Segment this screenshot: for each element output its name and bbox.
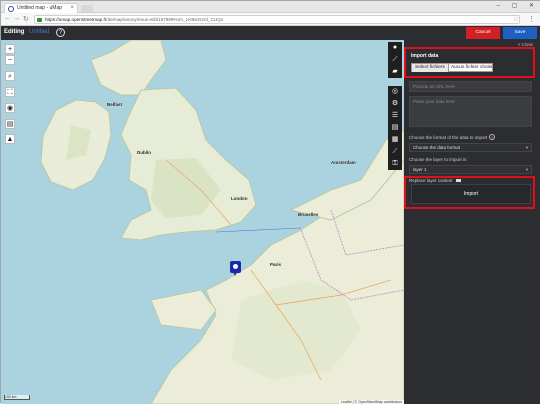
highlight-box <box>404 47 535 78</box>
editing-label: Editing <box>4 29 25 35</box>
url-path: /de/map/anonymous-edit/167959%3A_LKBwG2r… <box>106 17 224 22</box>
layer-select[interactable]: layer 1 ▾ <box>409 165 532 174</box>
chevron-down-icon: ▾ <box>525 167 528 172</box>
datalayers-icon[interactable]: ▤ <box>388 122 402 134</box>
polygon-tool-icon[interactable]: ▰ <box>388 66 402 78</box>
tilelayer-icon[interactable]: ▦ <box>388 134 402 146</box>
edit-center-icon[interactable]: ⟋ <box>388 146 402 158</box>
locate-icon[interactable]: ◉ <box>5 103 15 113</box>
highlight-box <box>404 176 535 209</box>
search-icon[interactable]: ⌕ <box>5 71 15 81</box>
window-controls[interactable]: – ▢ ✕ <box>497 2 539 9</box>
format-label: Choose the format of the data to import? <box>409 134 496 140</box>
address-bar: ← → ↻ https://umap.openstreetmap.fr/de/m… <box>1 13 540 26</box>
marker-dot-icon <box>233 264 238 269</box>
map-marker[interactable] <box>230 261 241 276</box>
cancel-button[interactable]: Cancel <box>466 27 500 39</box>
city-label: Paris <box>270 262 282 267</box>
permissions-key-icon[interactable]: ⚿ <box>388 158 402 170</box>
zoom-in-button[interactable]: + <box>5 44 15 54</box>
layers-manage-icon[interactable]: ☰ <box>388 110 402 122</box>
fullscreen-icon[interactable]: ⛶ <box>5 87 15 97</box>
reload-icon[interactable]: ↻ <box>23 15 29 23</box>
help-icon[interactable]: ? <box>56 28 65 37</box>
umap-favicon-icon <box>8 6 14 12</box>
city-label: Bruxelles <box>298 212 319 217</box>
tab-close-icon[interactable]: × <box>70 4 74 13</box>
chevron-down-icon: ▾ <box>525 145 528 150</box>
tab-title: Untitled map - uMap <box>17 5 63 11</box>
polyline-tool-icon[interactable]: ⟋ <box>388 54 402 66</box>
marker-tool-icon[interactable]: ● <box>388 42 402 54</box>
city-label: London <box>231 196 248 201</box>
scale-bar: 100 km <box>4 395 30 400</box>
map-tiles <box>40 40 404 404</box>
back-icon[interactable]: ← <box>4 15 11 22</box>
forward-icon[interactable]: → <box>13 15 20 22</box>
browser-tab[interactable]: Untitled map - uMap × <box>4 3 78 13</box>
lock-icon <box>37 18 42 22</box>
settings-gear-icon[interactable]: ⚙ <box>388 98 402 110</box>
city-label: Dublin <box>137 150 151 155</box>
import-panel: × Close Import data Select fichiers Aucun… <box>404 40 540 404</box>
more-controls-icon[interactable]: ▲ <box>5 134 15 144</box>
map-canvas[interactable]: Dublin London Paris Bruxelles Amsterdam … <box>1 40 404 404</box>
format-select[interactable]: Choose the data format ▾ <box>409 143 532 152</box>
format-label-text: Choose the format of the data to import <box>409 135 488 140</box>
layers-icon[interactable]: ▤ <box>5 119 15 129</box>
map-name-link[interactable]: Untitled <box>29 29 49 35</box>
settings-toolbar: ◎ ⚙ ☰ ▤ ▦ ⟋ ⚿ <box>388 86 402 170</box>
city-label: Belfast <box>107 102 123 107</box>
browser-window: Untitled map - uMap × – ▢ ✕ ← → ↻ https:… <box>0 0 540 404</box>
tab-strip: Untitled map - uMap × – ▢ ✕ <box>1 1 540 13</box>
browser-menu-icon[interactable]: ⋮ <box>528 15 535 23</box>
umap-header: Editing Untitled ? Cancel Save <box>1 26 540 40</box>
save-button[interactable]: Save <box>503 27 537 39</box>
layer-select-value: layer 1 <box>413 167 427 172</box>
format-help-icon[interactable]: ? <box>489 134 496 140</box>
import-tool-icon[interactable]: ◎ <box>388 86 402 98</box>
bookmark-star-icon[interactable]: ☆ <box>513 15 519 23</box>
map-attribution[interactable]: Leaflet | © OpenStreetMap contributors <box>339 400 404 404</box>
new-tab-button[interactable] <box>81 5 93 12</box>
city-label: Amsterdam <box>331 160 356 165</box>
url-field[interactable]: https://umap.openstreetmap.fr/de/map/ano… <box>34 15 520 24</box>
layer-label: Choose the layer to import in <box>409 157 467 162</box>
format-select-value: Choose the data format <box>413 145 461 150</box>
url-input[interactable]: Provide an URL here <box>409 81 532 92</box>
draw-toolbar: ● ⟋ ▰ <box>388 42 402 78</box>
zoom-out-button[interactable]: − <box>5 55 15 65</box>
url-host: https://umap.openstreetmap.fr <box>45 17 107 22</box>
paste-data-textarea[interactable]: Paste your data here <box>409 96 532 127</box>
